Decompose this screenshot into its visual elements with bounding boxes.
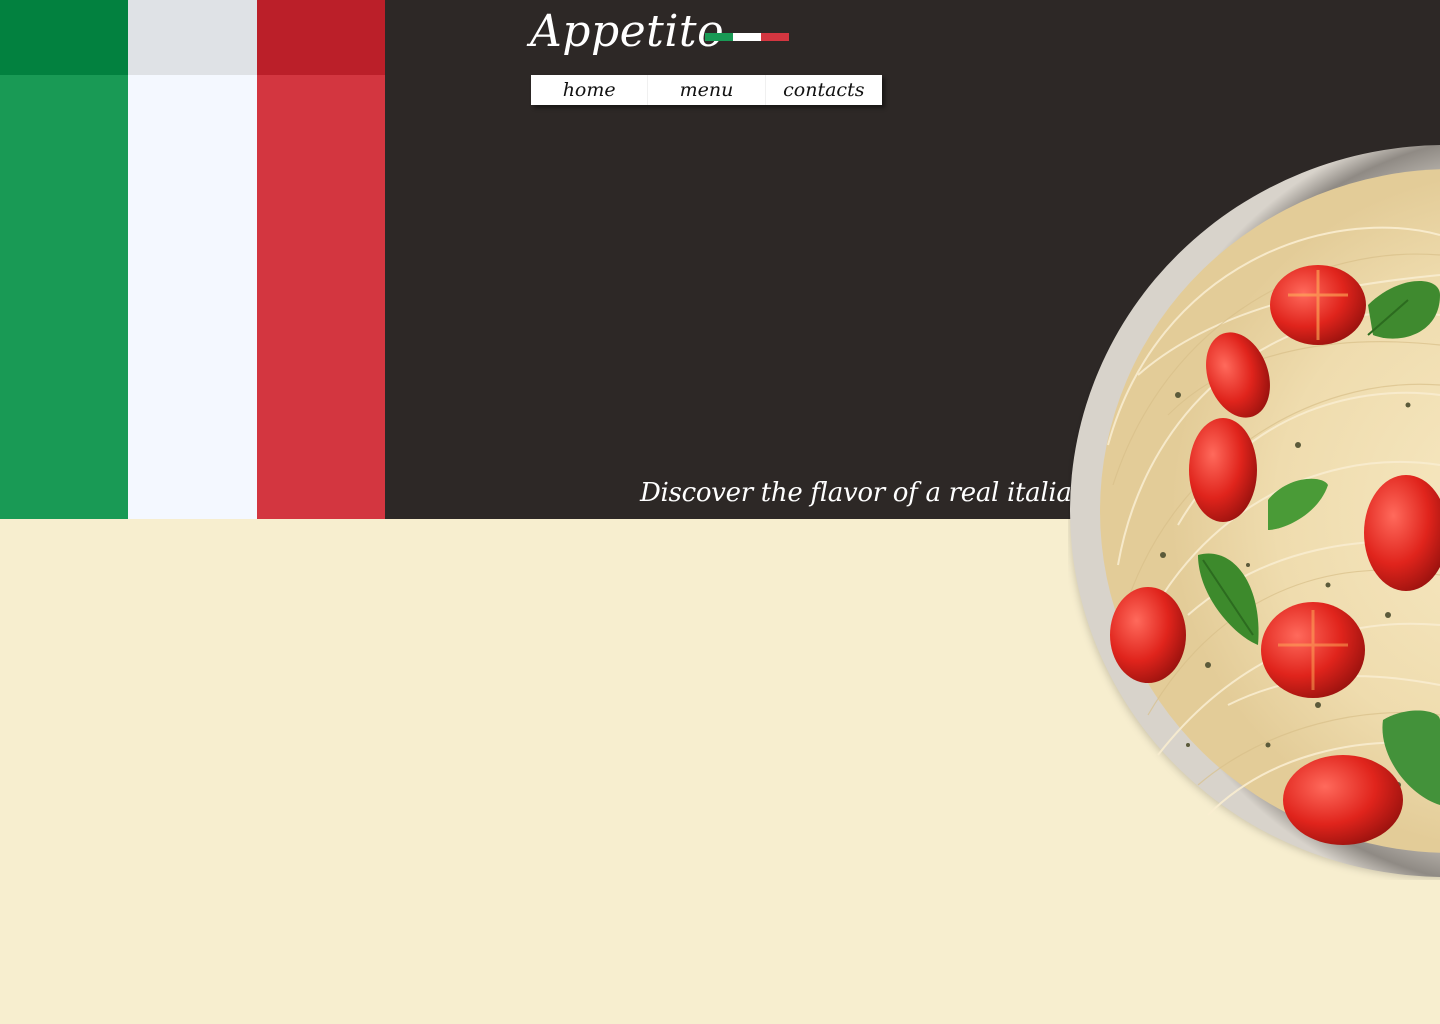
site-logo[interactable]: Appetito (530, 2, 724, 62)
nav-item-contacts[interactable]: contacts (766, 75, 882, 105)
pasta-bowl-image (1068, 145, 1440, 880)
italian-flag-icon (705, 33, 789, 41)
nav-item-menu[interactable]: menu (648, 75, 766, 105)
nav-item-home[interactable]: home (531, 75, 649, 105)
main-nav: home menu contacts (531, 75, 882, 105)
page: Appetito home menu contacts Discover the… (0, 0, 1440, 1024)
flag-red-stripe (256, 0, 385, 519)
flag-green-stripe (0, 0, 129, 519)
italian-flag-banner (0, 0, 385, 519)
flag-white-stripe (128, 0, 257, 519)
